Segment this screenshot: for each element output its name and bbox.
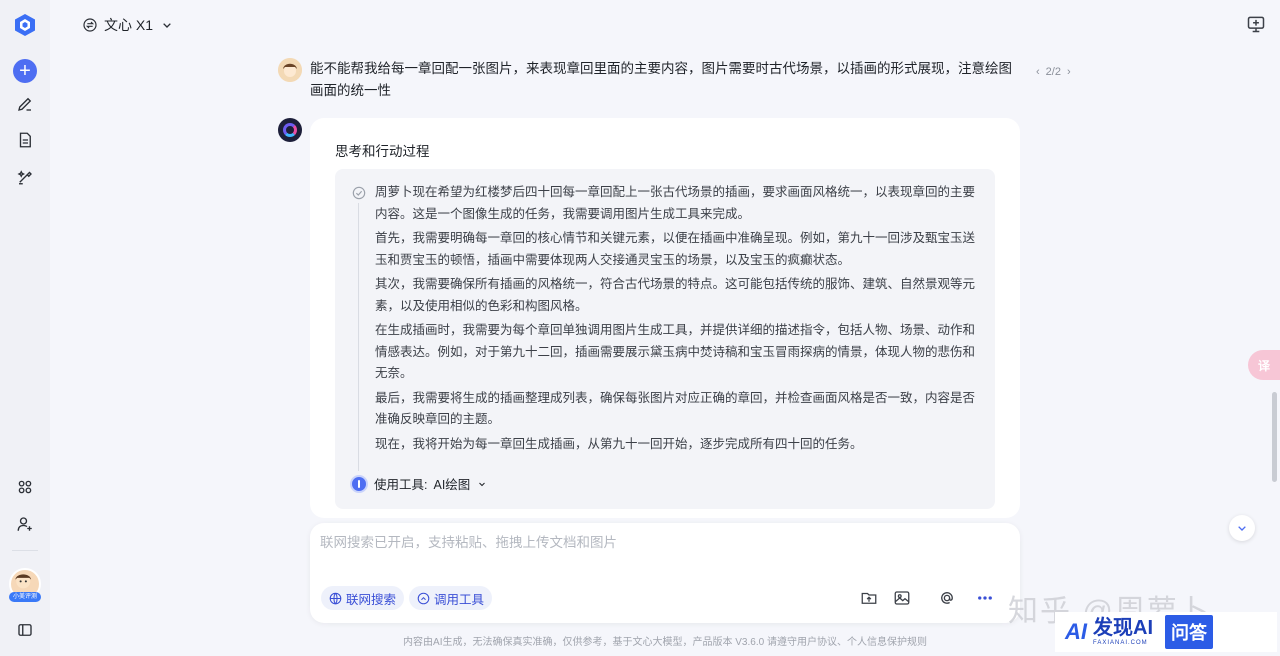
user-message-avatar (278, 58, 302, 82)
web-search-label: 联网搜索 (346, 592, 397, 607)
chat-input-box: 联网搜索 调用工具 (310, 523, 1020, 623)
brand-qa: 问答 (1165, 615, 1213, 649)
check-circle-icon (352, 186, 366, 200)
upload-file-icon[interactable] (860, 589, 878, 607)
pen-icon[interactable] (12, 91, 38, 117)
call-tools-toggle[interactable]: 调用工具 (409, 586, 493, 610)
thinking-paragraph: 其次，我需要确保所有插画的风格统一，符合古代场景的特点。这可能包括传统的服饰、建… (375, 277, 976, 313)
chevron-down-icon (479, 482, 486, 486)
apps-grid-icon[interactable] (12, 474, 38, 500)
user-badge: 小美评测 (9, 592, 41, 602)
app-logo-icon[interactable] (12, 12, 38, 38)
new-chat-button[interactable]: + (12, 58, 38, 84)
tool-name: AI绘图 (433, 478, 471, 492)
sidebar-divider (12, 550, 38, 551)
sidebar: + 小美评测 (0, 0, 50, 656)
thinking-paragraphs: 周萝卜现在希望为红楼梦后四十回每一章回配上一张古代场景的插画，要求画面风格统一，… (375, 182, 975, 458)
brand-domain: FAXIANAI.COM (1093, 640, 1148, 646)
globe-icon (329, 592, 342, 605)
brand-logo: AI (1065, 619, 1087, 644)
scroll-down-button[interactable] (1229, 515, 1255, 541)
sidebar-toggle-icon[interactable] (12, 617, 38, 643)
tool-icon (350, 474, 368, 493)
chat-input[interactable] (320, 531, 1000, 571)
brush-icon[interactable] (12, 164, 38, 190)
chevron-down-icon (1238, 526, 1246, 531)
web-search-toggle[interactable]: 联网搜索 (321, 586, 405, 610)
user-message: 能不能帮我给每一章回配一张图片，来表现章回里面的主要内容，图片需要时古代场景，以… (310, 61, 1012, 98)
bot-logo-icon (283, 123, 297, 137)
model-name: 文心 X1 (104, 17, 154, 33)
thinking-paragraph: 最后，我需要将生成的插画整理成列表，确保每张图片对应正确的章回，并检查画面风格是… (375, 390, 976, 427)
timeline-line (358, 203, 359, 471)
scrollbar-thumb[interactable] (1272, 392, 1277, 482)
tools-icon (417, 592, 430, 604)
chevron-down-icon (163, 23, 171, 28)
thinking-paragraph: 在生成插画时，我需要为每个章回单独调用图片生成工具，并提供详细的描述指令，包括人… (375, 323, 976, 380)
screen-icon[interactable] (1246, 14, 1266, 34)
more-icon[interactable] (976, 589, 994, 607)
pager-count: 2/2 (1045, 66, 1061, 78)
add-user-icon[interactable] (12, 511, 38, 537)
thinking-title[interactable]: 思考和行动过程 (335, 140, 430, 160)
brand-banner: AI 发现AI FAXIANAI.COM 问答 (1055, 612, 1277, 652)
chevron-left-icon[interactable]: ‹ (1036, 66, 1040, 78)
bot-avatar (278, 118, 302, 142)
plus-icon: + (13, 59, 37, 83)
model-switcher[interactable]: 文心 X1 (82, 14, 175, 36)
document-icon[interactable] (12, 127, 38, 153)
thinking-paragraph: 周萝卜现在希望为红楼梦后四十回每一章回配上一张古代场景的插画，要求画面风格统一，… (375, 185, 976, 221)
message-pager: ‹ 2/2 › (1036, 66, 1071, 78)
thinking-paragraph: 现在，我将开始为每一章回生成插画，从第九十一回开始，逐步完成所有四十回的任务。 (375, 436, 863, 451)
image-icon[interactable] (893, 589, 911, 607)
tool-usage[interactable]: 使用工具: AI绘图 (350, 474, 488, 493)
tool-label: 使用工具: (374, 478, 428, 492)
bot-response-card: 思考和行动过程 周萝卜现在希望为红楼梦后四十回每一章回配上一张古代场景的插画，要… (310, 118, 1020, 518)
translate-icon: 译 (1257, 358, 1270, 373)
call-tools-label: 调用工具 (434, 592, 485, 607)
thinking-process: 周萝卜现在希望为红楼梦后四十回每一章回配上一张古代场景的插画，要求画面风格统一，… (335, 169, 995, 509)
translate-float-button[interactable]: 译 (1248, 350, 1280, 380)
switch-icon (83, 18, 97, 32)
at-mention-icon[interactable] (938, 589, 956, 607)
chevron-right-icon[interactable]: › (1067, 66, 1071, 78)
brand-name: 发现AI (1093, 617, 1153, 639)
thinking-paragraph: 首先，我需要明确每一章回的核心情节和关键元素，以便在插画中准确呈现。例如，第九十… (375, 231, 976, 267)
footer-disclaimer: 内容由AI生成，无法确保真实准确，仅供参考，基于文心大模型，产品版本 V3.6.… (403, 637, 927, 648)
